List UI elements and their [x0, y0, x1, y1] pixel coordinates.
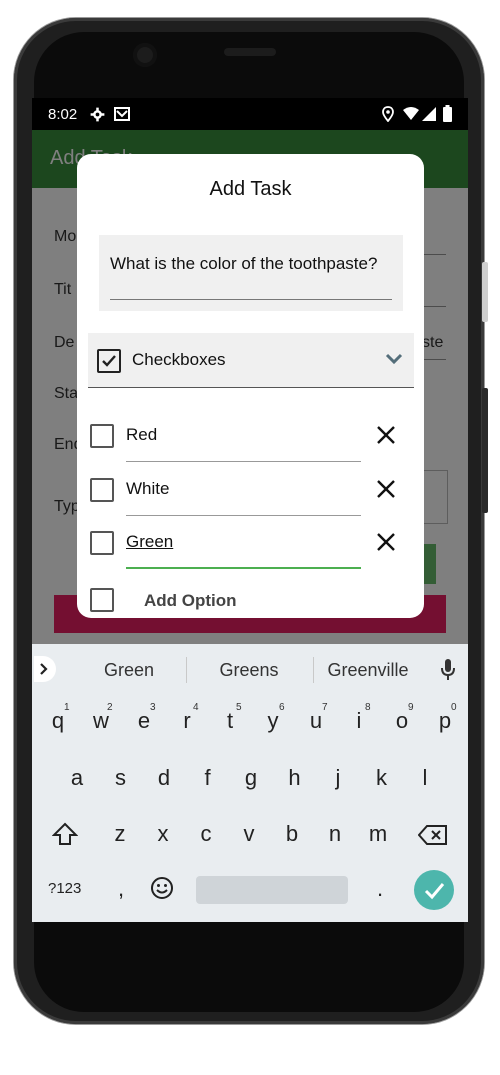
option-underline-active — [126, 567, 361, 569]
question-input[interactable]: What is the color of the toothpaste? — [99, 235, 403, 311]
key-hint: 2 — [107, 702, 113, 713]
symbols-key[interactable]: ?123 — [48, 880, 81, 897]
option-row: White — [77, 463, 424, 517]
key-hint: 8 — [365, 702, 371, 713]
key-m[interactable]: m — [358, 821, 398, 847]
key-c[interactable]: c — [186, 821, 226, 847]
key-u[interactable]: u — [296, 708, 336, 734]
key-hint: 1 — [64, 702, 70, 713]
key-hint: 0 — [451, 702, 457, 713]
key-p[interactable]: p — [425, 708, 465, 734]
remove-option-icon[interactable] — [375, 531, 397, 553]
dialog-title: Add Task — [209, 178, 292, 200]
key-r[interactable]: r — [167, 708, 207, 734]
key-y[interactable]: y — [253, 708, 293, 734]
key-hint: 3 — [150, 702, 156, 713]
key-o[interactable]: o — [382, 708, 422, 734]
key-i[interactable]: i — [339, 708, 379, 734]
suggestion-3[interactable]: Greenville — [305, 660, 431, 681]
signal-icon — [422, 107, 436, 121]
remove-option-icon[interactable] — [375, 424, 397, 446]
screen: 8:02 Add Task Mo Tit De — [32, 98, 468, 922]
key-h[interactable]: h — [275, 765, 315, 791]
add-option-button[interactable]: Add Option — [144, 591, 237, 611]
key-hint: 9 — [408, 702, 414, 713]
enter-key[interactable] — [414, 870, 454, 910]
chevron-right-icon — [40, 663, 48, 675]
chevron-down-icon — [385, 353, 403, 365]
front-camera — [133, 43, 157, 67]
suggestion-2[interactable]: Greens — [186, 660, 312, 681]
status-bar: 8:02 — [32, 98, 468, 130]
key-b[interactable]: b — [272, 821, 312, 847]
option-checkbox[interactable] — [90, 424, 114, 448]
key-hint: 7 — [322, 702, 328, 713]
key-z[interactable]: z — [100, 821, 140, 847]
wifi-icon — [403, 107, 419, 120]
power-button — [482, 388, 488, 513]
add-option-checkbox — [90, 588, 114, 612]
key-x[interactable]: x — [143, 821, 183, 847]
task-type-select[interactable]: Checkboxes — [88, 333, 414, 388]
key-j[interactable]: j — [318, 765, 358, 791]
key-g[interactable]: g — [231, 765, 271, 791]
key-hint: 4 — [193, 702, 199, 713]
period-key[interactable]: . — [360, 876, 400, 902]
key-d[interactable]: d — [144, 765, 184, 791]
option-input[interactable]: White — [126, 479, 169, 499]
key-hint: 5 — [236, 702, 242, 713]
status-time: 8:02 — [48, 106, 78, 123]
key-w[interactable]: w — [81, 708, 121, 734]
volume-button — [482, 262, 488, 322]
key-f[interactable]: f — [188, 765, 228, 791]
option-checkbox[interactable] — [90, 478, 114, 502]
location-icon — [382, 106, 394, 122]
soft-keyboard: Green Greens Greenville q1w2e3r4t5y6u7i8… — [32, 644, 468, 922]
comma-key[interactable]: , — [101, 876, 141, 902]
option-row: Red — [77, 409, 424, 463]
emoji-icon[interactable] — [150, 876, 174, 900]
checkbox-type-icon — [97, 349, 121, 373]
earpiece-speaker — [224, 48, 276, 56]
key-v[interactable]: v — [229, 821, 269, 847]
key-n[interactable]: n — [315, 821, 355, 847]
key-s[interactable]: s — [101, 765, 141, 791]
remove-option-icon[interactable] — [375, 478, 397, 500]
key-k[interactable]: k — [362, 765, 402, 791]
expand-suggestions-button[interactable] — [34, 656, 56, 682]
key-e[interactable]: e — [124, 708, 164, 734]
key-hint: 6 — [279, 702, 285, 713]
key-a[interactable]: a — [57, 765, 97, 791]
mail-icon — [114, 107, 130, 121]
key-q[interactable]: q — [38, 708, 78, 734]
space-key[interactable] — [196, 876, 348, 904]
microphone-icon[interactable] — [440, 658, 456, 682]
option-row: Green — [77, 516, 424, 570]
gear-icon — [90, 107, 105, 122]
suggestion-strip: Green Greens Greenville — [32, 644, 468, 696]
option-input[interactable]: Red — [126, 425, 157, 445]
check-icon — [424, 883, 445, 900]
question-input-value: What is the color of the toothpaste? — [110, 254, 378, 273]
task-type-value: Checkboxes — [132, 350, 226, 369]
option-input-focused[interactable]: Green — [126, 532, 173, 552]
question-input-underline — [110, 299, 392, 300]
add-task-dialog: Add Task What is the color of the toothp… — [77, 154, 424, 618]
key-l[interactable]: l — [405, 765, 445, 791]
key-t[interactable]: t — [210, 708, 250, 734]
shift-icon[interactable] — [52, 822, 78, 846]
backspace-icon[interactable] — [418, 824, 448, 846]
option-underline — [126, 461, 361, 462]
suggestion-1[interactable]: Green — [66, 660, 192, 681]
option-checkbox[interactable] — [90, 531, 114, 555]
battery-icon — [443, 105, 452, 122]
